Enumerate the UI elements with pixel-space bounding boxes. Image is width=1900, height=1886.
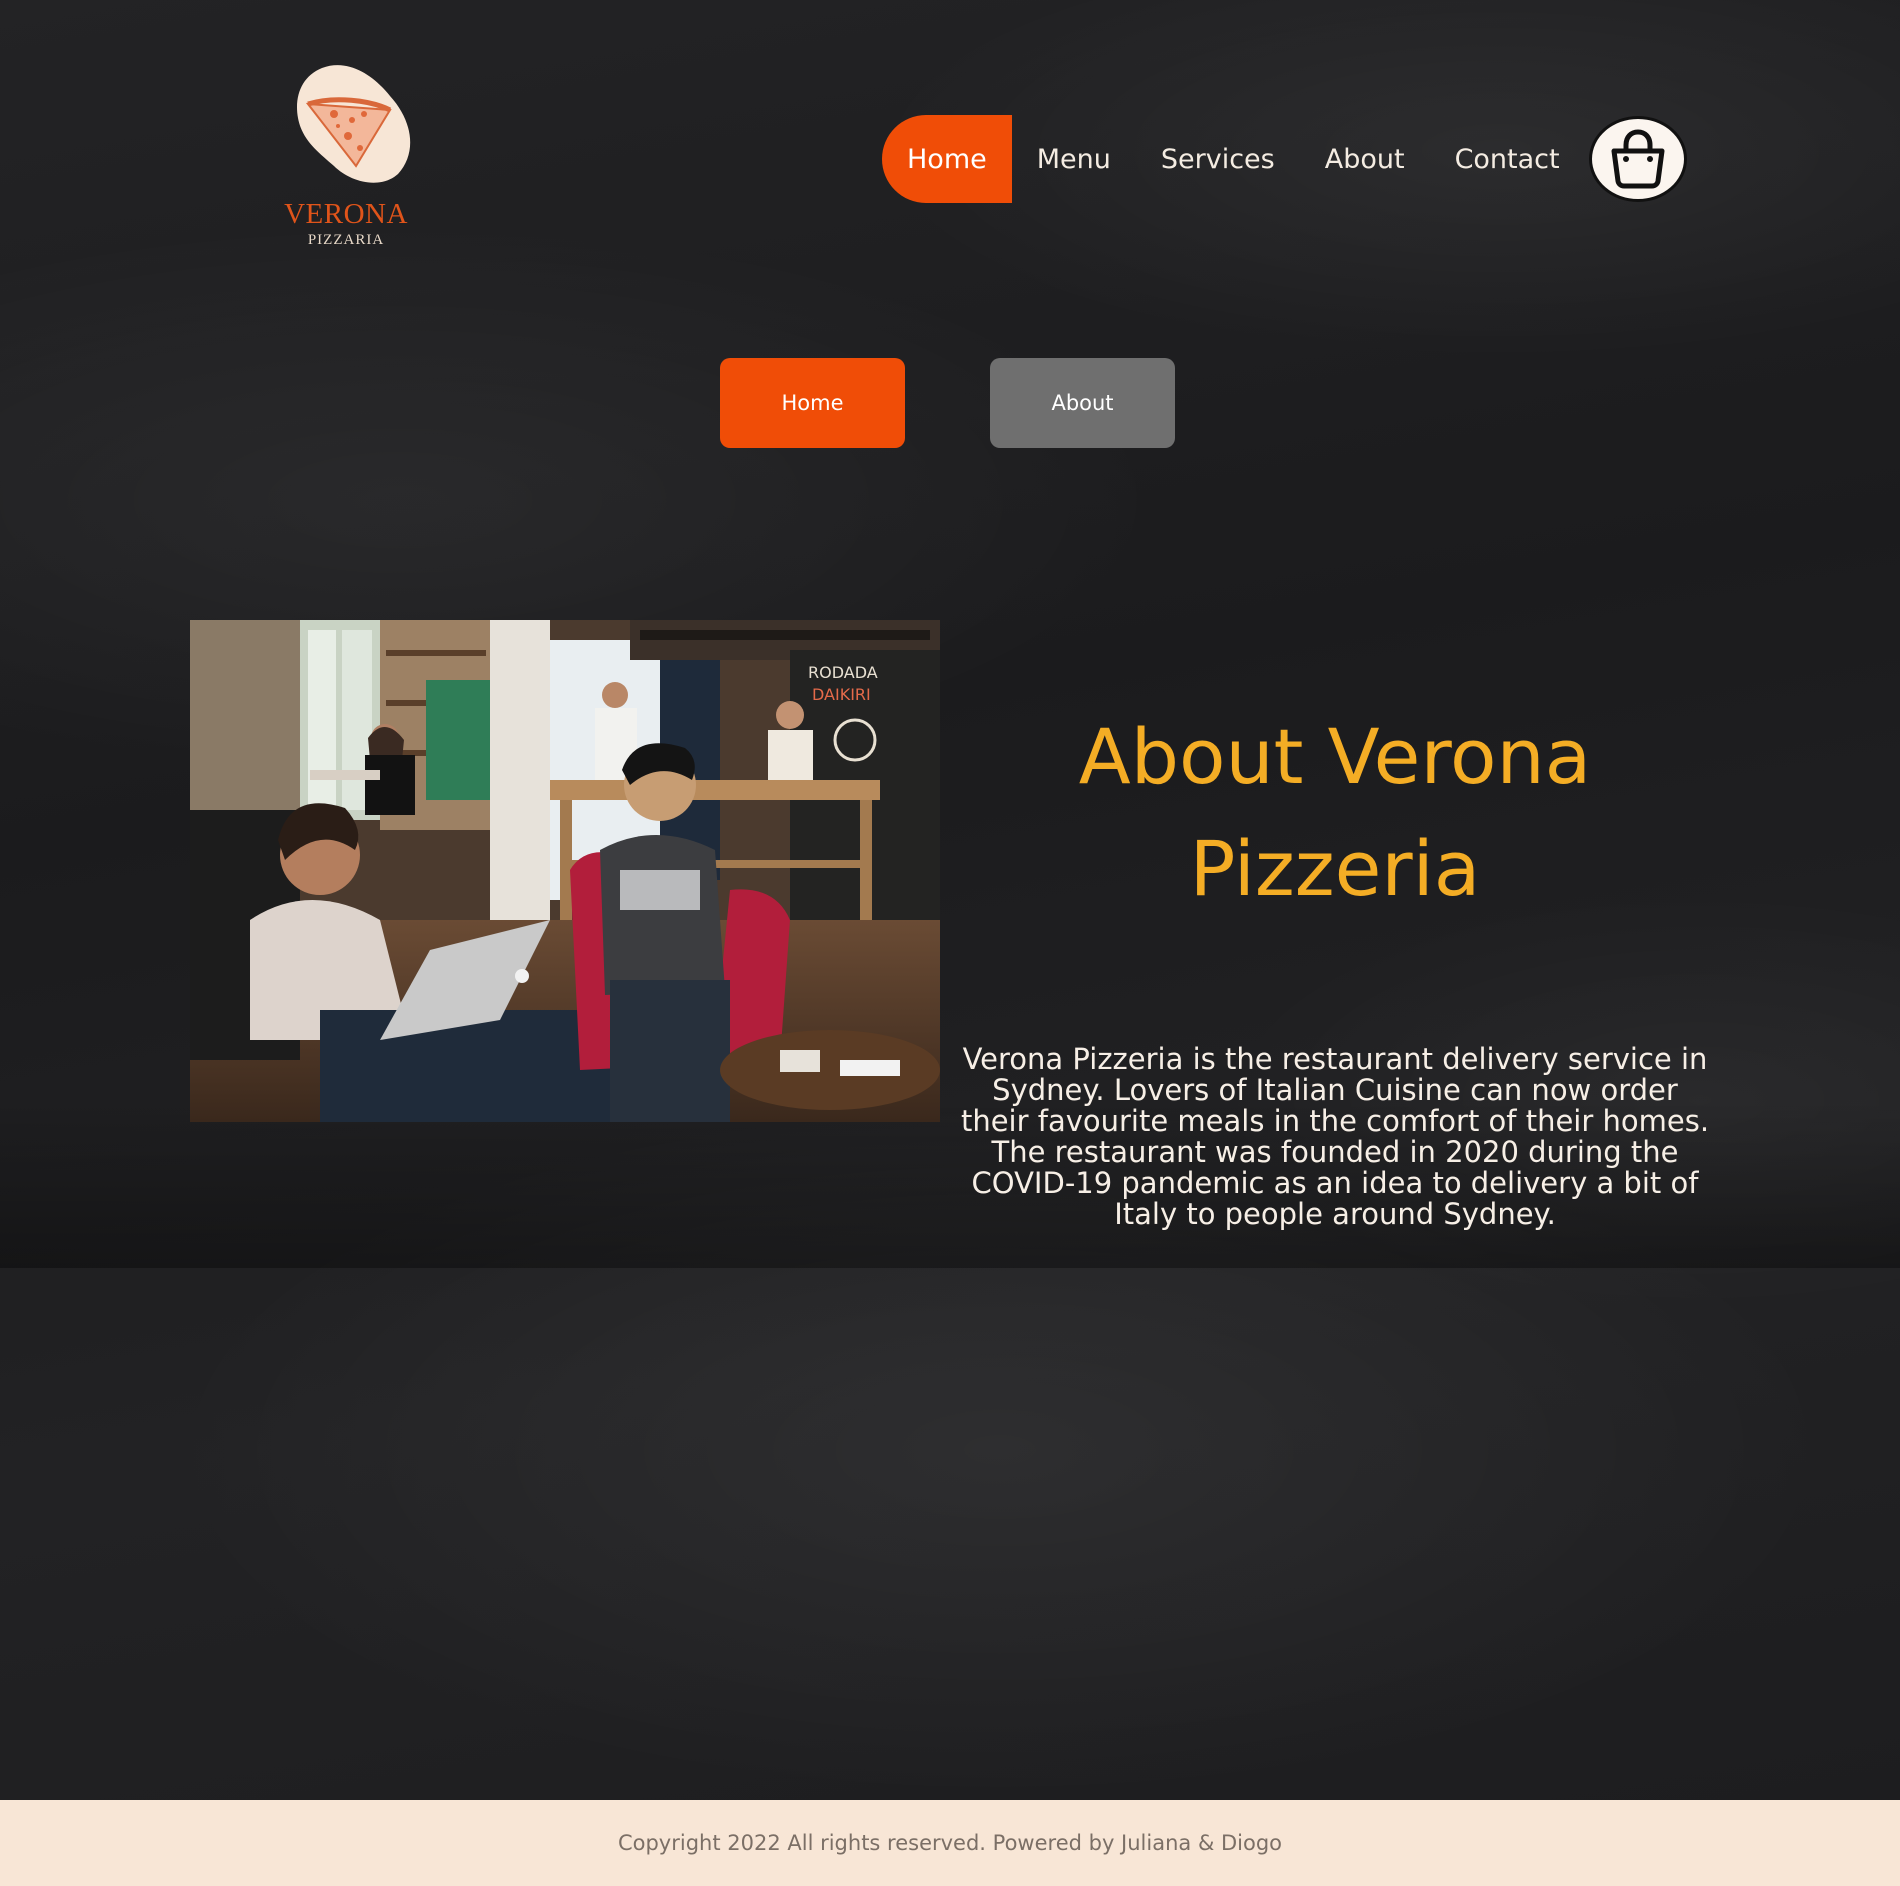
nav-item-menu[interactable]: Menu <box>1012 115 1136 203</box>
about-title-line1: About Verona <box>1078 711 1592 801</box>
about-title-line2: Pizzeria <box>1189 823 1481 913</box>
about-button[interactable]: About <box>990 358 1175 448</box>
main-nav: Home Menu Services About Contact <box>882 115 1585 203</box>
pizza-slice-logo-icon <box>297 65 411 183</box>
footer: Copyright 2022 All rights reserved. Powe… <box>0 1800 1900 1886</box>
nav-item-home[interactable]: Home <box>882 115 1012 203</box>
svg-text:DAIKIRI: DAIKIRI <box>812 685 871 704</box>
site-logo[interactable]: VERONA PIZZARIA <box>276 62 416 252</box>
home-button[interactable]: Home <box>720 358 905 448</box>
about-title: About Verona Pizzeria <box>1010 701 1660 925</box>
nav-item-services[interactable]: Services <box>1136 115 1300 203</box>
svg-text:RODADA: RODADA <box>808 663 878 682</box>
nav-item-about[interactable]: About <box>1300 115 1430 203</box>
cart-button[interactable] <box>1589 116 1687 202</box>
about-description: Verona Pizzeria is the restaurant delive… <box>960 1042 1710 1231</box>
footer-copyright: Copyright 2022 All rights reserved. Powe… <box>617 1831 1283 1855</box>
shopping-bag-icon <box>1611 129 1665 189</box>
nav-item-contact[interactable]: Contact <box>1430 115 1585 203</box>
cafe-photo: RODADA DAIKIRI <box>190 620 940 1122</box>
logo-subtitle: PIZZARIA <box>307 232 385 248</box>
logo-name: VERONA <box>284 198 408 230</box>
